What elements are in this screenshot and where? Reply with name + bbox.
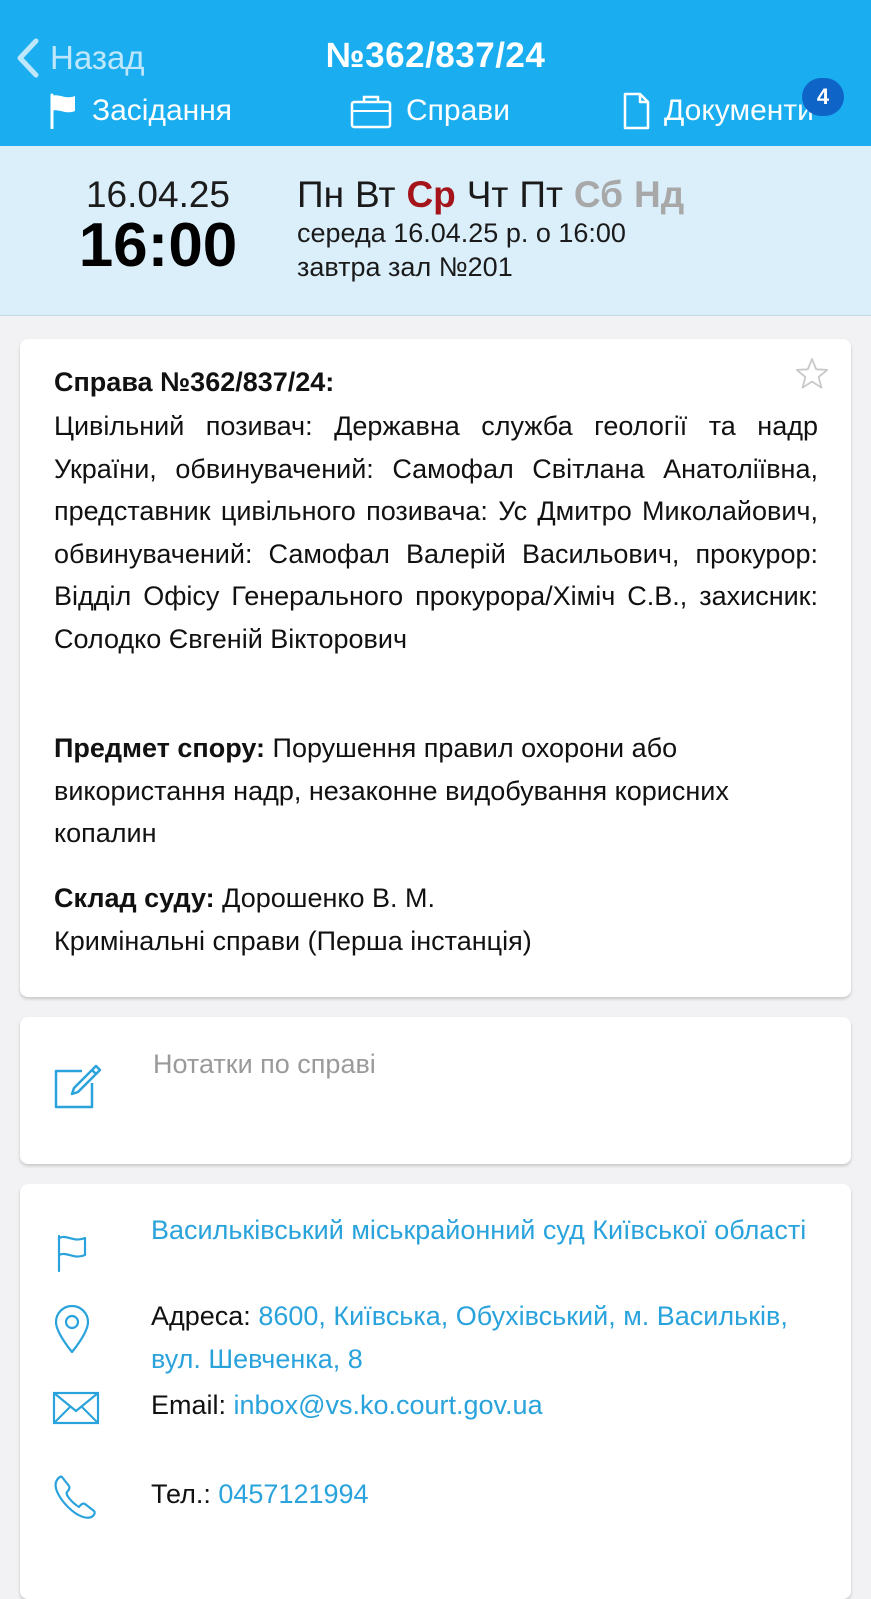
- case-parties: Цивільний позивач: Державна служба геоло…: [54, 411, 818, 654]
- case-details-card: Справа №362/837/24: Цивільний позивач: Д…: [20, 339, 851, 997]
- case-category: Кримінальні справи (Перша інстанція): [54, 925, 532, 956]
- case-title: Справа №362/837/24:: [54, 367, 335, 397]
- case-subject: Предмет спору: Порушення правил охорони …: [54, 727, 818, 855]
- court-address: Адреса: 8600, Київська, Обухівський, м. …: [151, 1295, 811, 1381]
- court-name[interactable]: Васильківський міськрайонний суд Київськ…: [151, 1209, 811, 1252]
- flag-icon: [50, 93, 75, 129]
- envelope-icon: [52, 1391, 100, 1425]
- weekday-tue: Вт: [355, 174, 396, 215]
- court-email: Email: inbox@vs.ko.court.gov.ua: [151, 1384, 811, 1427]
- favorite-star-icon[interactable]: [795, 357, 829, 391]
- email-label: Email:: [151, 1390, 227, 1420]
- tab-hearings[interactable]: Засідання: [48, 86, 232, 136]
- documents-count-badge: 4: [802, 78, 844, 116]
- briefcase-icon: [350, 95, 392, 129]
- weekday-sat: Сб: [573, 174, 624, 215]
- weekday-fri: Пт: [519, 174, 563, 215]
- document-icon: [623, 92, 650, 130]
- court-composition-label: Склад суду:: [54, 883, 215, 913]
- address-label: Адреса:: [151, 1301, 251, 1331]
- weekday-wed: Ср: [406, 174, 456, 215]
- tab-cases[interactable]: Справи: [350, 86, 510, 136]
- tab-documents[interactable]: Документи: [622, 86, 814, 136]
- hearing-room: завтра зал №201: [297, 252, 513, 282]
- case-subject-label: Предмет спору:: [54, 733, 266, 763]
- notes-placeholder: Нотатки по справі: [153, 1049, 376, 1079]
- tab-hearings-label: Засідання: [92, 94, 233, 127]
- weekday-sun: Нд: [634, 174, 685, 215]
- tab-cases-label: Справи: [406, 94, 510, 127]
- hearing-date: 16.04.25: [85, 174, 231, 215]
- top-navigation-bar: Назад №362/837/24 Засідання Справи Докум…: [0, 0, 871, 146]
- court-name-link[interactable]: Васильківський міськрайонний суд Київськ…: [151, 1215, 806, 1245]
- court-composition: Склад суду: Дорошенко В. М. Кримінальні …: [54, 877, 818, 962]
- edit-note-icon: [54, 1064, 102, 1109]
- phone-label: Тел.:: [151, 1479, 211, 1509]
- case-notes-card[interactable]: Нотатки по справі: [20, 1017, 851, 1164]
- hearing-datetime: 16.04.25 16:00: [58, 174, 258, 278]
- hearing-date-full: середа 16.04.25 р. о 16:00: [297, 218, 626, 248]
- court-phone: Тел.: 0457121994: [151, 1473, 811, 1516]
- phone-link[interactable]: 0457121994: [218, 1479, 368, 1509]
- weekday-strip: Пн Вт Ср Чт Пт Сб Нд: [297, 174, 684, 216]
- page-title: №362/837/24: [325, 36, 546, 75]
- tab-documents-label: Документи: [664, 94, 814, 127]
- email-link[interactable]: inbox@vs.ko.court.gov.ua: [234, 1390, 543, 1420]
- weekday-mon: Пн: [297, 174, 345, 215]
- court-composition-value: Дорошенко В. М.: [222, 883, 436, 913]
- tab-bar: Засідання Справи Документи: [0, 86, 871, 136]
- hearing-date-panel: 16.04.25 16:00 Пн Вт Ср Чт Пт Сб Нд сере…: [0, 146, 871, 316]
- court-info-card: Васильківський міськрайонний суд Київськ…: [20, 1184, 851, 1599]
- weekday-thu: Чт: [466, 174, 509, 215]
- location-pin-icon: [54, 1305, 90, 1354]
- flag-outline-icon: [57, 1234, 87, 1273]
- hearing-time: 16:00: [78, 211, 238, 280]
- phone-icon: [54, 1475, 96, 1519]
